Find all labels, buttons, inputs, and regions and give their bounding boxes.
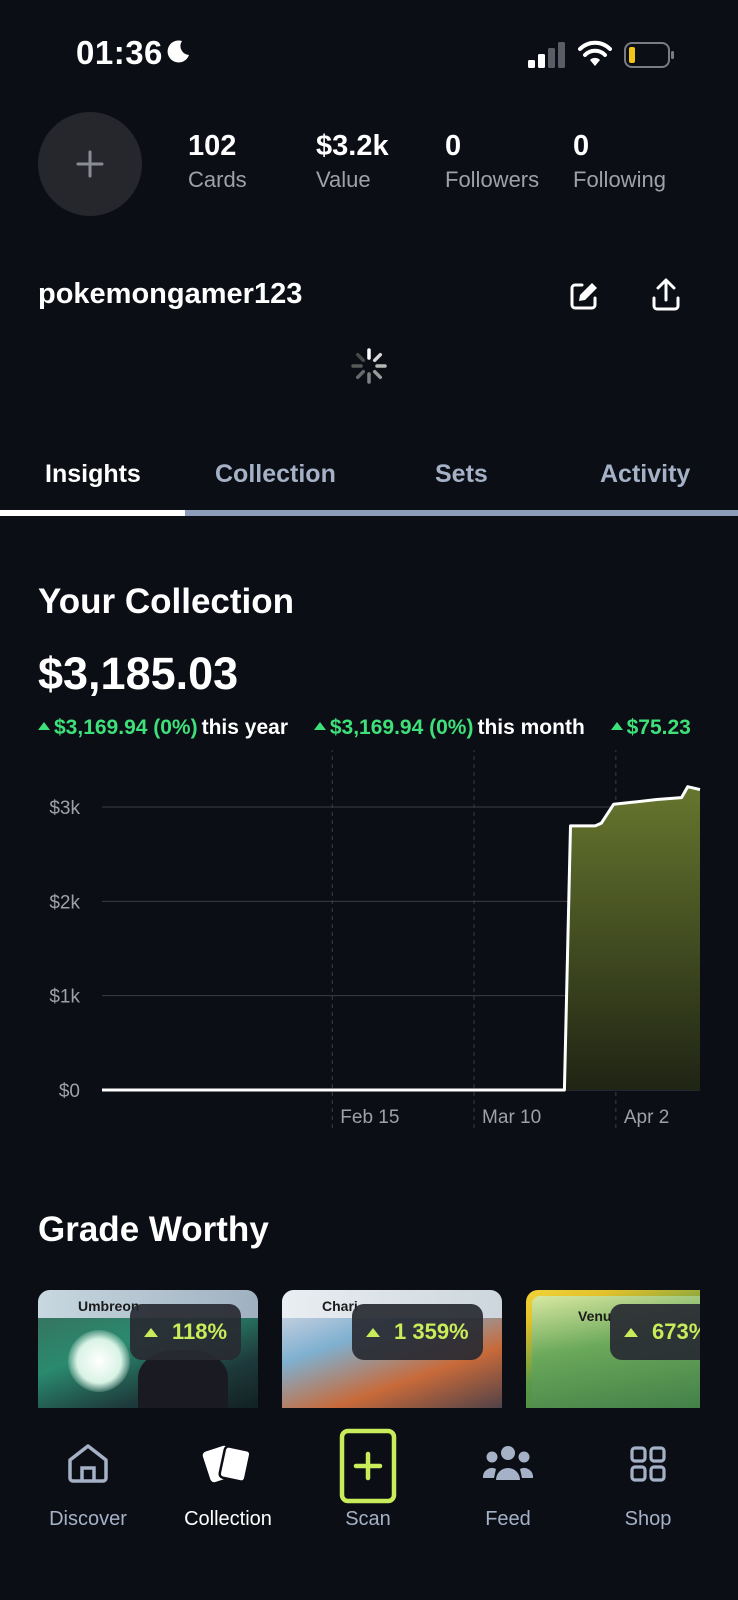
change-this-month: $3,169.94 (0%) this month [313,716,585,740]
up-arrow-icon [144,1327,158,1337]
grade-worthy-carousel[interactable]: Umbreon 118% Chari 1 359% Venu 673% [38,1290,700,1408]
stat-value: 0 [573,130,590,162]
grid-icon [630,1446,666,1482]
status-bar: 01:36 [0,0,738,100]
up-arrow-icon [366,1327,380,1337]
chart-x-tick-label: Apr 2 [624,1107,669,1128]
nav-label: Collection [184,1508,272,1530]
up-arrow-icon [624,1327,638,1337]
nav-feed[interactable]: Feed [438,1410,578,1540]
card-charizard[interactable]: Chari 1 359% [282,1290,502,1408]
change-amount: $3,169.94 (0%) [54,716,198,739]
stat-following[interactable]: 0 Following [573,130,666,193]
value-changes: $3,169.94 (0%) this year $3,169.94 (0%) th… [38,716,738,746]
avatar-add-button[interactable] [38,112,142,216]
change-period: this month [477,716,585,739]
tab-active-indicator [0,510,185,516]
section-title-your-collection: Your Collection [38,582,295,621]
bottom-nav: Discover Collection Scan Feed Shop [0,1410,738,1600]
stat-label: Value [316,167,371,192]
cards-icon [202,1445,252,1483]
card-name: Venu [578,1308,612,1324]
chart-y-tick-label: $3k [49,798,80,819]
loading-spinner-icon [351,348,387,384]
change-recent: $75.23 [610,716,695,740]
home-icon [68,1444,108,1483]
collection-total-value: $3,185.03 [38,648,239,699]
scan-plus-icon [339,1428,397,1504]
change-this-year: $3,169.94 (0%) this year [38,716,288,740]
card-venusaur[interactable]: Venu 673% [526,1290,700,1408]
chart-x-tick-label: Mar 10 [482,1107,541,1128]
nav-label: Shop [624,1508,672,1530]
username: pokemongamer123 [38,278,303,310]
stat-label: Cards [188,167,247,192]
chart-y-tick-label: $2k [49,892,80,913]
stat-value: $3.2k [316,130,389,162]
moon-icon [167,40,189,63]
nav-shop[interactable]: Shop [578,1410,718,1540]
card-change: 118% [172,1319,228,1344]
wifi-icon [578,40,612,66]
tab-insights[interactable]: Insights [45,460,141,489]
collection-value-chart[interactable]: $3k $2k $1k $0 Feb 15 Mar 10 Apr 2 [0,750,738,1140]
change-amount: $75.23 [626,716,691,739]
card-change: 1 359% [394,1319,469,1344]
nav-scan[interactable]: Scan [298,1410,438,1540]
stat-followers[interactable]: 0 Followers [445,130,539,193]
battery-icon [624,42,674,68]
nav-label: Feed [485,1508,531,1530]
chart-x-tick-label: Feb 15 [340,1107,399,1128]
up-arrow-icon [313,722,326,730]
change-badge: 118% [130,1304,242,1360]
stat-cards[interactable]: 102 Cards [188,130,247,193]
stat-value-total[interactable]: $3.2k Value [316,130,389,193]
nav-label: Scan [345,1508,391,1530]
change-badge: 673% [610,1304,700,1360]
stat-value: 102 [188,130,237,162]
plus-icon [76,150,104,178]
chart-y-tick-label: $1k [49,987,80,1008]
cellular-signal-icon [528,42,565,68]
up-arrow-icon [38,722,50,730]
up-arrow-icon [610,722,623,730]
nav-label: Discover [49,1508,127,1530]
card-umbreon[interactable]: Umbreon 118% [38,1290,258,1408]
change-badge: 1 359% [352,1304,483,1360]
card-change: 673% [652,1319,700,1344]
card-art [68,1330,130,1392]
status-time: 01:36 [76,34,163,71]
change-period: this year [201,716,288,739]
chart-area [564,786,700,1090]
stat-label: Following [573,167,666,192]
people-icon [482,1446,534,1480]
edit-icon[interactable] [568,280,600,312]
change-amount: $3,169.94 (0%) [329,716,474,739]
tab-sets[interactable]: Sets [435,460,488,489]
chart-y-tick-label: $0 [59,1081,80,1102]
share-icon[interactable] [650,278,682,312]
tab-bar: Insights Collection Sets Activity [0,455,738,515]
stat-value: 0 [445,130,462,162]
tab-activity[interactable]: Activity [600,460,690,489]
nav-discover[interactable]: Discover [18,1410,158,1540]
tab-collection[interactable]: Collection [215,460,336,489]
section-title-grade-worthy: Grade Worthy [38,1210,269,1249]
stat-label: Followers [445,167,540,192]
nav-collection[interactable]: Collection [158,1410,298,1540]
